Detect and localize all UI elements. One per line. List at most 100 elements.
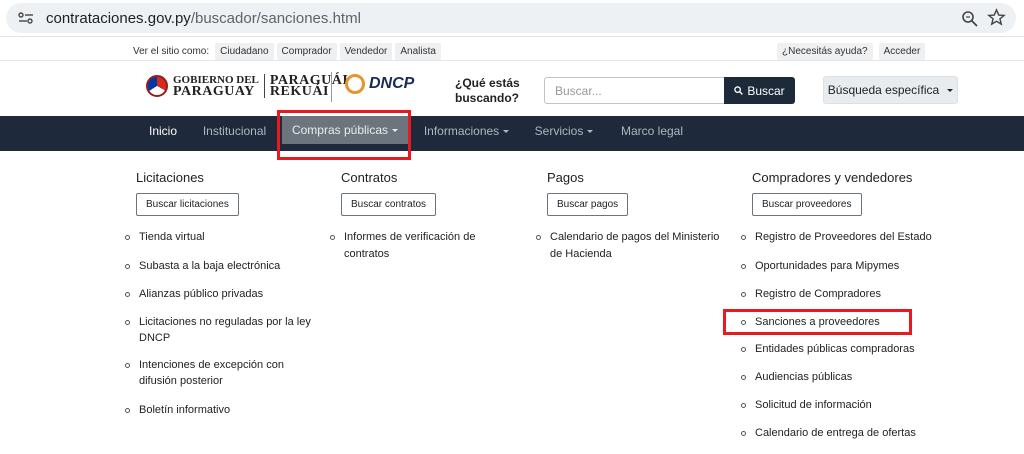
search-prompt-line2: buscando? bbox=[455, 91, 520, 105]
government-logo[interactable]: GOBIERNO DEL PARAGUAY PARAGUÁI REKUÁI bbox=[146, 74, 348, 99]
bullet-icon bbox=[741, 347, 746, 352]
nav-inicio-label: Inicio bbox=[148, 124, 177, 138]
menu-link-calendario-pagos[interactable]: Calendario de pagos del Ministerio bbox=[550, 229, 719, 245]
browser-toolbar: contrataciones.gov.py/buscador/sanciones… bbox=[0, 0, 1024, 37]
nav-marco-legal-label: Marco legal bbox=[620, 124, 684, 138]
address-bar[interactable]: contrataciones.gov.py/buscador/sanciones… bbox=[6, 3, 1016, 33]
help-link[interactable]: ¿Necesitás ayuda? bbox=[777, 43, 873, 60]
column-title: Licitaciones bbox=[136, 170, 204, 185]
bullet-icon bbox=[125, 363, 130, 368]
search-prompt-line1: ¿Qué estás bbox=[455, 76, 520, 90]
view-analista-link[interactable]: Analista bbox=[395, 43, 441, 60]
search-prompt: ¿Qué estás buscando? bbox=[455, 76, 520, 106]
bullet-icon bbox=[125, 408, 130, 413]
menu-link-calendario-ofertas[interactable]: Calendario de entrega de ofertas bbox=[755, 425, 916, 441]
bullet-icon bbox=[741, 375, 746, 380]
dncp-emblem-icon bbox=[345, 74, 365, 94]
menu-link-licitaciones-no-reguladas[interactable]: Licitaciones no reguladas por la ley bbox=[139, 314, 311, 330]
national-seal-icon bbox=[146, 75, 168, 97]
search-button[interactable]: Buscar bbox=[724, 77, 795, 104]
menu-link-sanciones-proveedores[interactable]: Sanciones a proveedores bbox=[755, 314, 880, 330]
menu-link-licitaciones-no-reguladas-cont[interactable]: DNCP bbox=[139, 330, 170, 346]
menu-link-alianzas[interactable]: Alianzas público privadas bbox=[139, 286, 263, 302]
view-comprador-link[interactable]: Comprador bbox=[276, 43, 337, 60]
bullet-icon bbox=[741, 431, 746, 436]
zoom-icon[interactable] bbox=[961, 10, 978, 27]
buscar-licitaciones-button[interactable]: Buscar licitaciones bbox=[136, 193, 239, 216]
bullet-icon bbox=[125, 320, 130, 325]
nav-informaciones-label: Informaciones bbox=[423, 124, 500, 138]
main-nav: Inicio Institucional Compras públicas In… bbox=[0, 116, 1024, 151]
buscar-contratos-button[interactable]: Buscar contratos bbox=[341, 193, 437, 216]
nav-informaciones[interactable]: Informaciones bbox=[417, 116, 516, 151]
search-button-label: Buscar bbox=[747, 83, 785, 98]
menu-link-intenciones-cont[interactable]: difusión posterior bbox=[139, 373, 223, 389]
menu-link-oportunidades-mipymes[interactable]: Oportunidades para Mipymes bbox=[755, 258, 899, 274]
view-ciudadano-link[interactable]: Ciudadano bbox=[215, 43, 274, 60]
bullet-icon bbox=[741, 264, 746, 269]
nav-inicio[interactable]: Inicio bbox=[140, 116, 186, 151]
view-vendedor-link[interactable]: Vendedor bbox=[339, 43, 393, 60]
menu-link-registro-proveedores[interactable]: Registro de Proveedores del Estado bbox=[755, 229, 932, 245]
bullet-icon bbox=[741, 403, 746, 408]
bullet-icon bbox=[741, 320, 746, 325]
site-settings-icon[interactable] bbox=[18, 12, 34, 24]
column-title: Pagos bbox=[547, 170, 584, 185]
menu-link-informes-verificacion[interactable]: Informes de verificación de bbox=[344, 229, 475, 245]
utility-bar: Ver el sitio como: Ciudadano Comprador V… bbox=[0, 38, 1024, 61]
gov-separator bbox=[263, 74, 265, 98]
chevron-down-icon bbox=[947, 88, 954, 92]
gov-line2: PARAGUAY bbox=[173, 84, 255, 99]
dncp-logo[interactable]: DNCP bbox=[345, 74, 414, 94]
url-path: /buscador/sanciones.html bbox=[190, 10, 361, 27]
nav-institucional[interactable]: Institucional bbox=[197, 116, 272, 151]
logo-divider bbox=[331, 72, 332, 102]
bullet-icon bbox=[125, 264, 130, 269]
menu-link-intenciones[interactable]: Intenciones de excepción con bbox=[139, 357, 284, 373]
menu-link-subasta[interactable]: Subasta a la baja electrónica bbox=[139, 258, 280, 274]
nav-servicios[interactable]: Servicios bbox=[527, 116, 601, 151]
bullet-icon bbox=[536, 235, 541, 240]
menu-link-audiencias-publicas[interactable]: Audiencias públicas bbox=[755, 369, 852, 385]
search-icon bbox=[734, 86, 744, 95]
column-licitaciones: Licitaciones Buscar licitaciones bbox=[136, 170, 239, 216]
menu-link-boletin[interactable]: Boletín informativo bbox=[139, 402, 230, 418]
nav-servicios-label: Servicios bbox=[534, 124, 584, 138]
advanced-search-label: Búsqueda específica bbox=[827, 83, 940, 97]
site-header: GOBIERNO DEL PARAGUAY PARAGUÁI REKUÁI DN… bbox=[0, 62, 1024, 116]
view-as-group: Ver el sitio como: Ciudadano Comprador V… bbox=[133, 43, 444, 60]
gov-text-right: PARAGUÁI REKUÁI bbox=[270, 74, 348, 99]
highlight-box-nav bbox=[277, 110, 411, 160]
utility-right-group: ¿Necesitás ayuda? Acceder bbox=[777, 43, 931, 60]
buscar-proveedores-button[interactable]: Buscar proveedores bbox=[752, 193, 862, 216]
column-title: Contratos bbox=[341, 170, 398, 185]
column-contratos: Contratos Buscar contratos bbox=[341, 170, 437, 216]
menu-link-tienda-virtual[interactable]: Tienda virtual bbox=[139, 229, 205, 245]
menu-link-informes-verificacion-cont[interactable]: contratos bbox=[344, 246, 389, 262]
url-host: contrataciones.gov.py bbox=[46, 10, 191, 27]
column-title: Compradores y vendedores bbox=[752, 170, 913, 185]
bookmark-star-icon[interactable] bbox=[987, 8, 1006, 27]
menu-link-calendario-pagos-cont[interactable]: de Hacienda bbox=[550, 246, 612, 262]
advanced-search-button[interactable]: Búsqueda específica bbox=[823, 76, 958, 104]
bullet-icon bbox=[330, 235, 335, 240]
column-compradores-vendedores: Compradores y vendedores Buscar proveedo… bbox=[752, 170, 912, 216]
menu-link-registro-compradores[interactable]: Registro de Compradores bbox=[755, 286, 881, 302]
url-text[interactable]: contrataciones.gov.py/buscador/sanciones… bbox=[46, 10, 361, 27]
chevron-down-icon bbox=[587, 130, 594, 134]
nav-marco-legal[interactable]: Marco legal bbox=[612, 116, 692, 151]
view-as-label: Ver el sitio como: bbox=[133, 46, 210, 57]
chevron-down-icon bbox=[503, 130, 510, 134]
search-input[interactable] bbox=[544, 77, 725, 104]
dncp-text: DNCP bbox=[369, 75, 415, 92]
login-link[interactable]: Acceder bbox=[878, 43, 926, 60]
buscar-pagos-button[interactable]: Buscar pagos bbox=[547, 193, 629, 216]
column-pagos: Pagos Buscar pagos bbox=[547, 170, 629, 216]
bullet-icon bbox=[125, 235, 130, 240]
bullet-icon bbox=[741, 292, 746, 297]
menu-link-entidades-publicas[interactable]: Entidades públicas compradoras bbox=[755, 341, 915, 357]
menu-link-solicitud-informacion[interactable]: Solicitud de información bbox=[755, 397, 872, 413]
bullet-icon bbox=[741, 235, 746, 240]
bullet-icon bbox=[125, 292, 130, 297]
gov-text-left: GOBIERNO DEL PARAGUAY bbox=[173, 75, 259, 99]
